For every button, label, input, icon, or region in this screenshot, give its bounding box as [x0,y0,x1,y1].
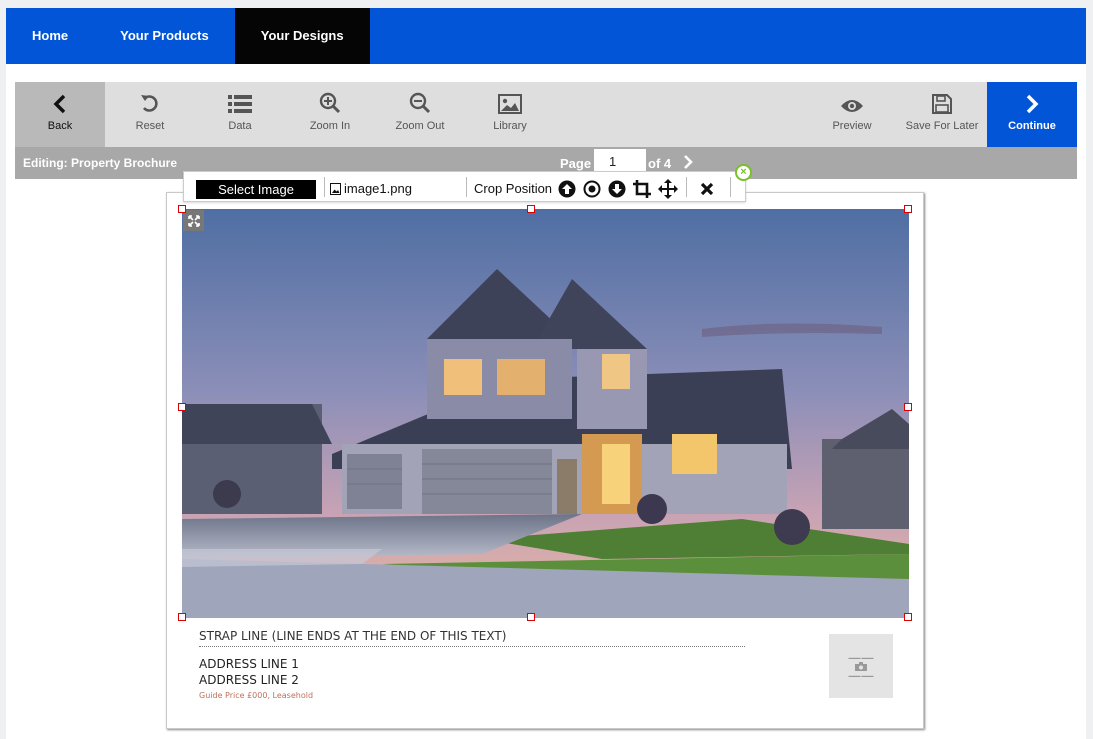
move-icon[interactable] [658,179,678,199]
image-file-name[interactable]: image1.png [330,181,412,196]
address-line-1[interactable]: ADDRESS LINE 1 [199,657,299,671]
back-button[interactable]: Back [15,82,105,147]
undo-icon [105,82,195,114]
library-label: Library [493,120,527,132]
nav-home[interactable]: Home [6,8,94,64]
zoom-out-icon [375,82,465,114]
page-count: of 4 [648,156,672,171]
editing-title: Editing: Property Brochure [23,156,178,170]
close-icon[interactable] [697,179,717,199]
data-label: Data [228,120,252,132]
house-photo[interactable] [182,209,909,618]
camera-icon [855,661,867,671]
file-name-label: image1.png [344,181,412,196]
resize-handle-bottom-right[interactable] [904,613,912,621]
eye-icon [807,82,897,114]
center-circle-icon[interactable] [582,179,602,199]
resize-handle-top-left[interactable] [178,205,186,213]
divider [730,177,731,197]
zoom-in-button[interactable]: Zoom In [285,82,375,147]
editor-toolbar: Back Reset Data Zoom In Zoom Out Library… [15,82,1077,147]
page-label: Page [560,156,592,171]
arrow-up-circle-icon[interactable] [557,179,577,199]
resize-handle-top-right[interactable] [904,205,912,213]
file-image-icon [330,182,341,195]
strap-line[interactable]: STRAP LINE (LINE ENDS AT THE END OF THIS… [199,629,745,647]
divider [686,177,687,197]
page-number-input[interactable] [594,149,646,173]
preview-label: Preview [832,120,872,132]
editor-content: Back Reset Data Zoom In Zoom Out Library… [6,64,1086,739]
page: Home Your Products Your Designs Back Res… [0,0,1093,739]
floppy-disk-icon [897,82,987,114]
reset-label: Reset [135,120,165,132]
arrow-down-circle-icon[interactable] [607,179,627,199]
resize-handle-bottom[interactable] [527,613,535,621]
placeholder-text-bottom: ▬▬▬ ▬▬▬ [848,672,874,678]
zoom-in-icon [285,82,375,114]
continue-label: Continue [1008,120,1056,132]
expand-icon[interactable] [183,210,204,231]
top-nav: Home Your Products Your Designs [6,8,1086,64]
preview-button[interactable]: Preview [807,82,897,147]
save-for-later-label: Save For Later [905,120,979,132]
image-toolbar: Select Image image1.png Crop Position [183,171,746,202]
select-image-button[interactable]: Select Image [196,180,316,199]
data-button[interactable]: Data [195,82,285,147]
list-icon [195,82,285,114]
crop-position-label: Crop Position [474,181,553,196]
next-page-icon[interactable] [683,155,693,172]
divider [466,177,467,197]
logo-placeholder[interactable]: ▬▬▬ ▬▬▬ ▬▬▬ ▬▬▬ [829,634,893,698]
library-button[interactable]: Library [465,82,555,147]
nav-your-designs[interactable]: Your Designs [234,8,370,64]
resize-handle-right[interactable] [904,403,912,411]
resize-handle-left[interactable] [178,403,186,411]
resize-handle-top[interactable] [527,205,535,213]
crop-icon[interactable] [632,179,652,199]
chevron-right-icon [987,82,1077,114]
zoom-out-button[interactable]: Zoom Out [375,82,465,147]
zoom-out-label: Zoom Out [395,120,445,132]
address-line-2[interactable]: ADDRESS LINE 2 [199,673,299,687]
close-toolbar-icon[interactable]: × [735,164,752,181]
back-label: Back [47,120,73,132]
resize-handle-bottom-left[interactable] [178,613,186,621]
divider [324,177,325,197]
brochure-page: STRAP LINE (LINE ENDS AT THE END OF THIS… [166,192,924,729]
nav-your-products[interactable]: Your Products [94,8,235,64]
placeholder-text-top: ▬▬▬ ▬▬▬ [848,654,874,660]
reset-button[interactable]: Reset [105,82,195,147]
save-for-later-button[interactable]: Save For Later [897,82,987,147]
continue-button[interactable]: Continue [987,82,1077,147]
zoom-in-label: Zoom In [309,120,351,132]
image-icon [465,82,555,114]
chevron-left-icon [15,82,105,114]
guide-price[interactable]: Guide Price £000, Leasehold [199,691,313,700]
